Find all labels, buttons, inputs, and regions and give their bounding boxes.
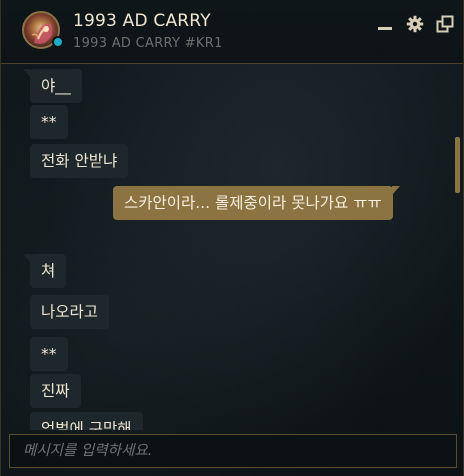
message-incoming: ** <box>30 337 68 371</box>
message-incoming: 엄벌에 구막해 <box>30 412 143 430</box>
minimize-icon[interactable] <box>375 14 395 34</box>
message-incoming: 쳐 <box>22 254 67 288</box>
chat-header: 1993 AD CARRY 1993 AD CARRY #KR1 <box>1 0 463 64</box>
avatar[interactable] <box>22 11 64 53</box>
message-incoming: 진짜 <box>30 374 81 408</box>
message-outgoing: 스카안이라... 롤제중이라 못나가요 ㅠㅠ <box>113 186 400 220</box>
message-incoming: ** <box>30 105 68 139</box>
online-status-dot <box>52 36 64 48</box>
message-input-box[interactable] <box>9 434 457 468</box>
message-incoming: 야__ <box>23 69 82 103</box>
scrollbar-thumb[interactable] <box>455 137 460 193</box>
chat-title: 1993 AD CARRY <box>73 11 211 31</box>
message-incoming: 전화 안받냐 <box>30 144 129 178</box>
message-incoming: 나오라고 <box>30 295 110 329</box>
chat-subtitle: 1993 AD CARRY #KR1 <box>73 36 223 51</box>
message-input[interactable] <box>10 435 456 467</box>
header-controls <box>375 14 455 34</box>
popout-icon[interactable] <box>435 14 455 34</box>
chat-window: 1993 AD CARRY 1993 AD CARRY #KR1 야__ ** … <box>0 0 464 476</box>
message-list[interactable]: 야__ ** 전화 안받냐 스카안이라... 롤제중이라 못나가요 ㅠㅠ 쳐 나… <box>1 64 463 430</box>
gear-icon[interactable] <box>405 14 425 34</box>
